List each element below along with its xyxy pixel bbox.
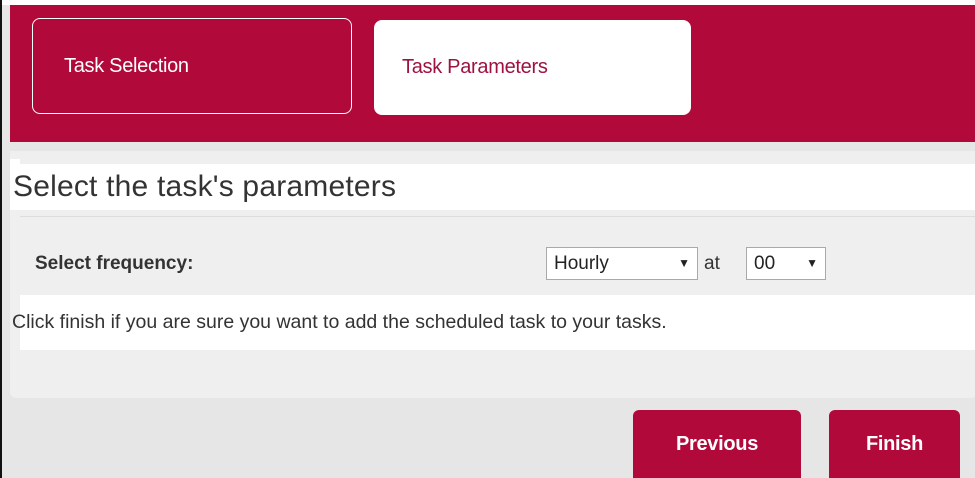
at-label: at <box>704 253 720 274</box>
parameters-panel: Select the task's parameters Select freq… <box>10 151 975 398</box>
minute-select-value: 00 <box>754 252 776 274</box>
chevron-down-icon: ▼ <box>678 256 690 270</box>
frequency-row: Select frequency: Hourly ▼ at 00 ▼ <box>20 233 975 295</box>
chevron-down-icon: ▼ <box>806 256 818 270</box>
wizard-header: Task Selection Task Parameters <box>10 5 975 142</box>
frequency-select[interactable]: Hourly ▼ <box>546 247 698 280</box>
tab-task-selection-label: Task Selection <box>64 54 189 77</box>
page-title: Select the task's parameters <box>13 170 397 203</box>
previous-button[interactable]: Previous <box>633 410 801 478</box>
title-divider <box>20 216 975 217</box>
title-top-band <box>20 159 975 164</box>
wizard-frame: Task Selection Task Parameters Select th… <box>0 0 975 478</box>
previous-button-label: Previous <box>675 432 759 455</box>
frequency-label: Select frequency: <box>35 253 194 274</box>
info-row: Click finish if you are sure you want to… <box>12 295 975 350</box>
tab-task-selection[interactable]: Task Selection <box>32 18 352 114</box>
finish-info-text: Click finish if you are sure you want to… <box>12 311 667 333</box>
minute-select[interactable]: 00 ▼ <box>746 247 826 280</box>
finish-button[interactable]: Finish <box>829 410 960 478</box>
tab-task-parameters-label: Task Parameters <box>402 56 548 78</box>
title-row: Select the task's parameters <box>10 159 975 217</box>
frequency-select-value: Hourly <box>554 252 609 274</box>
tab-task-parameters[interactable]: Task Parameters <box>374 20 691 115</box>
finish-button-label: Finish <box>865 432 924 455</box>
